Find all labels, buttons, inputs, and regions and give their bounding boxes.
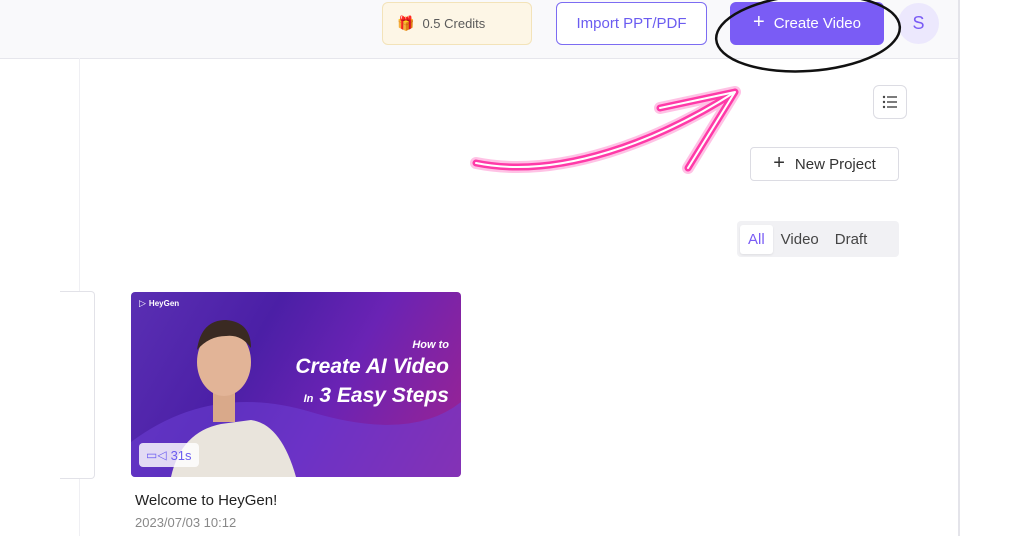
list-icon bbox=[882, 95, 897, 109]
avatar[interactable]: S bbox=[898, 3, 939, 44]
avatar-initial: S bbox=[912, 13, 925, 33]
annotation-arrow bbox=[470, 86, 741, 174]
thumb-line-1: How to bbox=[412, 339, 449, 351]
plus-icon: + bbox=[753, 11, 765, 33]
video-thumbnail[interactable]: ▷ HeyGen How to Create AI Video In 3 Easy… bbox=[131, 292, 461, 477]
content-right-border bbox=[958, 0, 960, 536]
credits-text: 0.5 Credits bbox=[422, 16, 486, 31]
gift-icon: 🎁 bbox=[397, 15, 415, 31]
list-view-button[interactable] bbox=[873, 85, 907, 119]
import-ppt-pdf-button[interactable]: Import PPT/PDF bbox=[556, 2, 707, 45]
thumb-line-3: In 3 Easy Steps bbox=[303, 384, 449, 407]
filter-tab-draft[interactable]: Draft bbox=[827, 225, 876, 254]
create-video-button[interactable]: + Create Video bbox=[730, 2, 884, 45]
new-project-button[interactable]: + New Project bbox=[750, 147, 899, 181]
play-logo-icon: ▷ bbox=[139, 298, 146, 308]
filter-tab-all[interactable]: All bbox=[740, 224, 773, 254]
filter-tabs: All Video Draft bbox=[737, 221, 899, 257]
video-title[interactable]: Welcome to HeyGen! bbox=[135, 492, 277, 509]
previous-card-edge[interactable] bbox=[60, 291, 95, 479]
duration-badge: ▭◁ 31s bbox=[139, 443, 199, 467]
video-camera-icon: ▭◁ bbox=[146, 448, 167, 462]
thumb-line-2: Create AI Video bbox=[295, 355, 449, 378]
credits-badge[interactable]: 🎁 0.5 Credits bbox=[382, 2, 532, 45]
video-date: 2023/07/03 10:12 bbox=[135, 515, 237, 530]
new-project-label: New Project bbox=[794, 155, 876, 173]
plus-icon: + bbox=[773, 151, 785, 174]
import-label: Import PPT/PDF bbox=[576, 15, 687, 32]
filter-tab-video[interactable]: Video bbox=[773, 225, 827, 254]
create-video-label: Create Video bbox=[773, 15, 861, 32]
thumb-brand: ▷ HeyGen bbox=[139, 298, 180, 308]
